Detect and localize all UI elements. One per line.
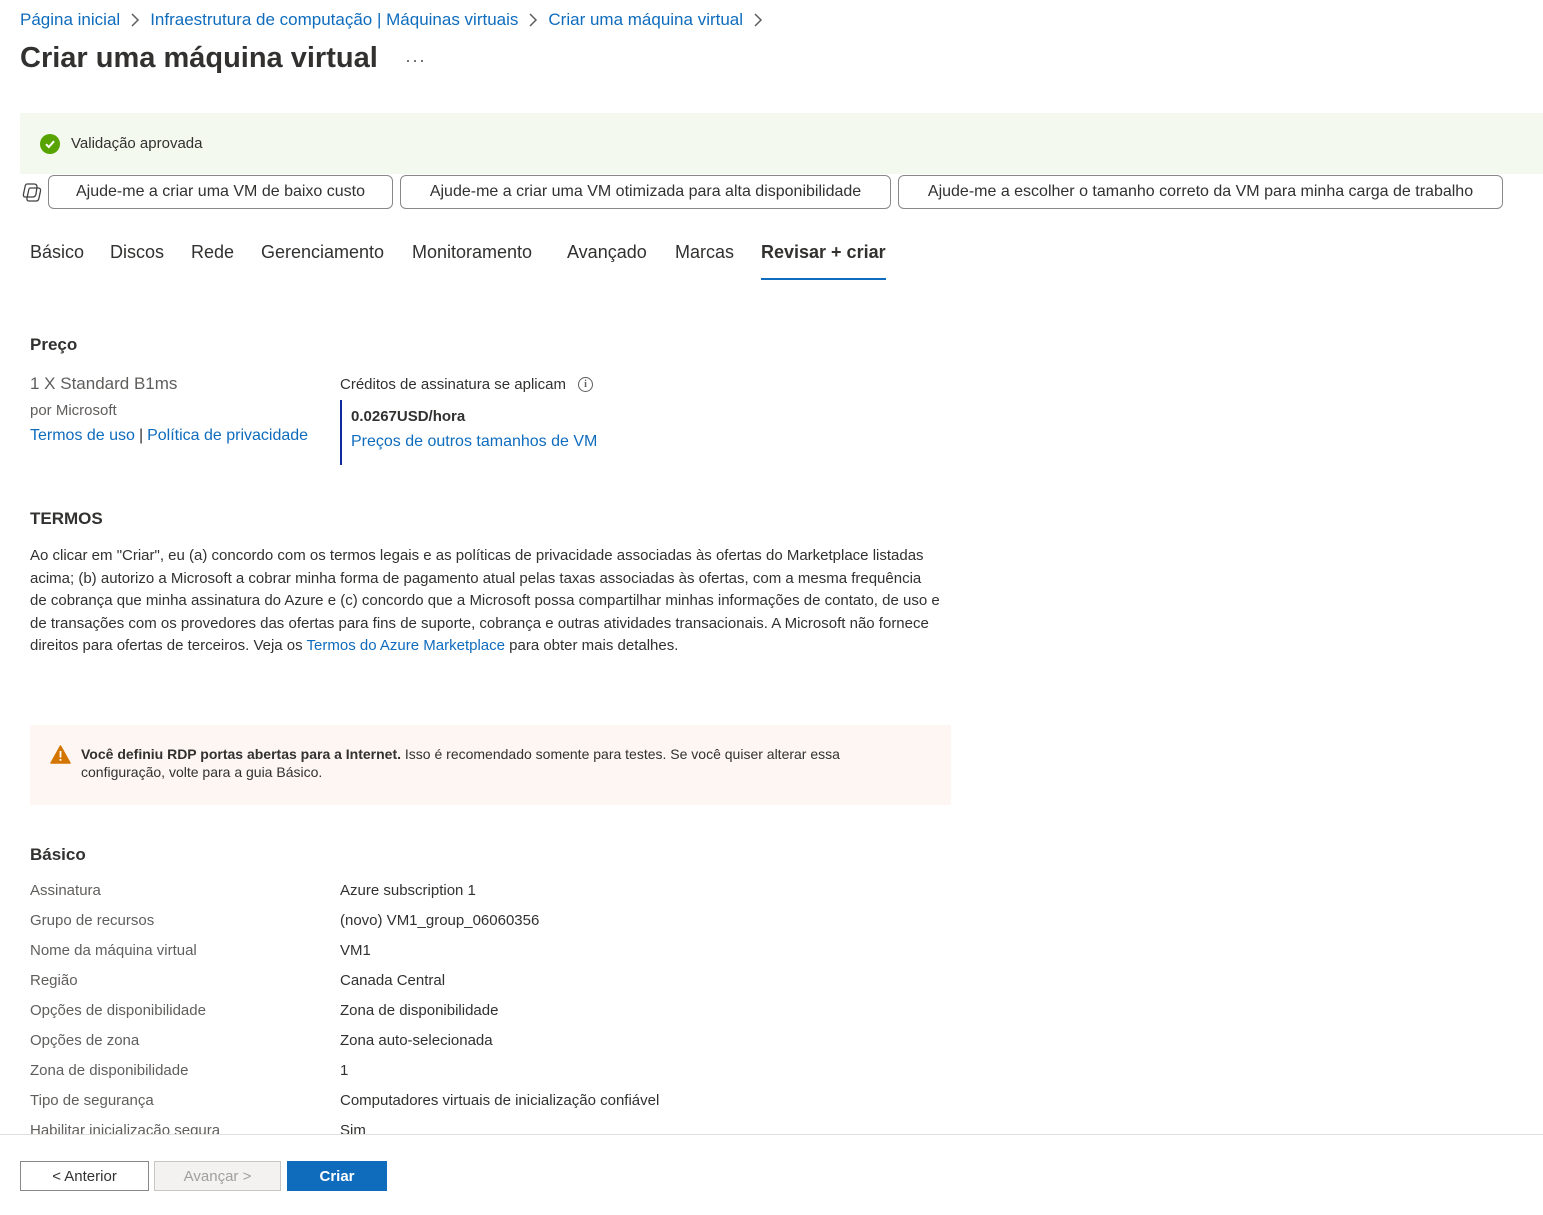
summary-key: Opções de disponibilidade xyxy=(30,1002,206,1019)
summary-value: Zona de disponibilidade xyxy=(340,1002,499,1019)
suggestion-high-availability-button[interactable]: Ajude-me a criar uma VM otimizada para a… xyxy=(400,175,891,209)
summary-row: Assinatura Azure subscription 1 xyxy=(30,882,930,912)
tab-monitoring[interactable]: Monitoramento xyxy=(412,242,567,280)
basic-section-title: Básico xyxy=(30,845,86,864)
summary-row: Opções de disponibilidade Zona de disponi… xyxy=(30,1002,930,1032)
tab-review-create[interactable]: Revisar + criar xyxy=(761,242,886,280)
suggestion-vm-size-button[interactable]: Ajude-me a escolher o tamanho correto da… xyxy=(898,175,1503,209)
summary-row: Grupo de recursos (novo) VM1_group_060603… xyxy=(30,912,930,942)
summary-row: Habilitar inicialização segura Sim xyxy=(30,1122,930,1134)
link-separator: | xyxy=(138,427,144,444)
warning-bold-text: Você definiu RDP portas abertas para a I… xyxy=(81,746,402,762)
vm-sku: 1 X Standard B1ms xyxy=(30,374,178,393)
validation-banner: Validação aprovada xyxy=(20,113,1543,174)
summary-row: Tipo de segurança Computadores virtuais d… xyxy=(30,1092,930,1122)
checkmark-circle-icon xyxy=(40,133,60,154)
summary-row: Região Canada Central xyxy=(30,972,930,1002)
privacy-policy-link[interactable]: Política de privacidade xyxy=(147,427,308,444)
tab-advanced[interactable]: Avançado xyxy=(567,242,675,280)
price-credits: Créditos de assinatura se aplicam i xyxy=(340,376,593,393)
more-options-button[interactable]: ··· xyxy=(405,50,426,71)
footer-action-bar: < Anterior Avançar > Criar xyxy=(0,1134,1543,1215)
tab-disks[interactable]: Discos xyxy=(110,242,191,280)
price-box: 0.0267USD/hora Preços de outros tamanhos… xyxy=(340,400,620,465)
summary-value: Canada Central xyxy=(340,972,446,989)
summary-key: Habilitar inicialização segura xyxy=(30,1122,221,1134)
basic-summary-list: Assinatura Azure subscription 1 Grupo de … xyxy=(30,882,930,1134)
next-button: Avançar > xyxy=(154,1161,281,1191)
previous-button[interactable]: < Anterior xyxy=(20,1161,149,1191)
credits-label: Créditos de assinatura se aplicam xyxy=(340,376,566,393)
terms-of-use-link[interactable]: Termos de uso xyxy=(30,427,135,444)
summary-key: Opções de zona xyxy=(30,1032,140,1049)
rdp-warning-banner: Você definiu RDP portas abertas para a I… xyxy=(30,725,951,805)
publisher: por Microsoft xyxy=(30,402,117,419)
terms-section-title: TERMOS xyxy=(30,509,103,528)
azure-marketplace-terms-link[interactable]: Termos do Azure Marketplace xyxy=(307,637,505,654)
info-icon[interactable]: i xyxy=(577,377,593,392)
summary-value: Azure subscription 1 xyxy=(340,882,476,899)
summary-value: Zona auto-selecionada xyxy=(340,1032,493,1049)
page-title: Criar uma máquina virtual xyxy=(20,42,378,74)
summary-key: Nome da máquina virtual xyxy=(30,942,197,959)
price-amount: 0.0267USD/hora xyxy=(351,408,466,425)
tab-networking[interactable]: Rede xyxy=(191,242,261,280)
chevron-right-icon xyxy=(753,13,763,27)
breadcrumb-home-link[interactable]: Página inicial xyxy=(20,10,120,30)
breadcrumb: Página inicial Infraestrutura de computa… xyxy=(20,8,773,32)
suggestion-low-cost-button[interactable]: Ajude-me a criar uma VM de baixo custo xyxy=(48,175,393,209)
summary-key: Grupo de recursos xyxy=(30,912,155,929)
other-vm-sizes-link[interactable]: Preços de outros tamanhos de VM xyxy=(351,433,597,450)
summary-value: (novo) VM1_group_06060356 xyxy=(340,912,540,929)
summary-key: Tipo de segurança xyxy=(30,1092,154,1109)
tab-bar: Básico Discos Rede Gerenciamento Monitor… xyxy=(30,242,886,282)
summary-value: Sim xyxy=(340,1122,366,1134)
summary-row: Nome da máquina virtual VM1 xyxy=(30,942,930,972)
summary-key: Zona de disponibilidade xyxy=(30,1062,189,1079)
summary-row: Opções de zona Zona auto-selecionada xyxy=(30,1032,930,1062)
summary-row: Zona de disponibilidade 1 xyxy=(30,1062,930,1092)
terms-text-after: para obter mais detalhes. xyxy=(504,637,679,655)
breadcrumb-create-vm-link[interactable]: Criar uma máquina virtual xyxy=(548,10,743,30)
summary-key: Região xyxy=(30,972,78,989)
summary-value: VM1 xyxy=(340,942,371,959)
copilot-icon xyxy=(22,183,42,202)
price-product-info: 1 X Standard B1ms por Microsoft Termos d… xyxy=(30,374,330,445)
create-button[interactable]: Criar xyxy=(287,1161,387,1191)
warning-icon xyxy=(50,745,71,764)
summary-key: Assinatura xyxy=(30,882,101,899)
tab-basics[interactable]: Básico xyxy=(30,242,110,280)
terms-text: Ao clicar em "Criar", eu (a) concordo co… xyxy=(30,545,940,658)
breadcrumb-vms-link[interactable]: Infraestrutura de computação | Máquinas … xyxy=(150,10,518,30)
summary-value: 1 xyxy=(340,1062,349,1079)
tab-management[interactable]: Gerenciamento xyxy=(261,242,412,280)
chevron-right-icon xyxy=(528,13,538,27)
price-section-title: Preço xyxy=(30,335,78,354)
validation-text: Validação aprovada xyxy=(71,135,203,152)
chevron-right-icon xyxy=(130,13,140,27)
tab-tags[interactable]: Marcas xyxy=(675,242,761,280)
summary-value: Computadores virtuais de inicialização c… xyxy=(340,1092,660,1109)
